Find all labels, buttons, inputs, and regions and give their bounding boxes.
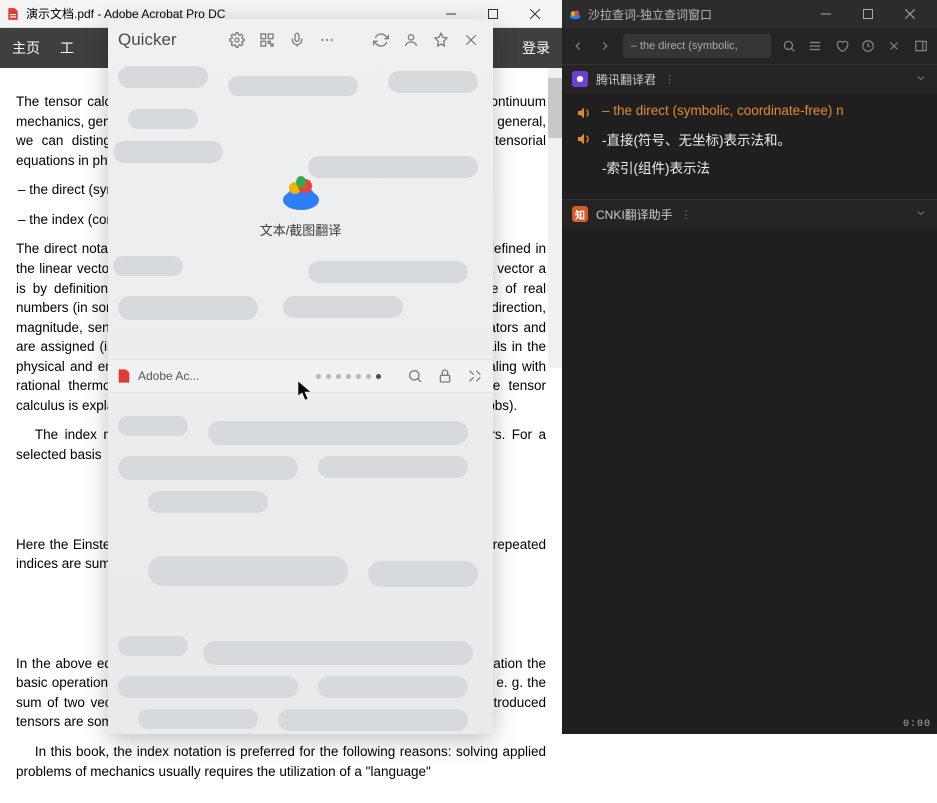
action-label: 文本/截图翻译 [231,220,371,239]
page-dots[interactable] [316,374,381,379]
history-icon[interactable] [856,33,880,59]
tools-icon[interactable] [465,366,485,386]
mouse-cursor-icon [298,381,312,401]
panel-header[interactable]: 腾讯翻译君 ⋮ [562,65,937,93]
tab-home[interactable]: 主页 [12,38,40,58]
speaker-icon[interactable] [576,105,592,121]
target-text: -直接(符号、无坐标)表示法和。 [602,129,791,149]
pdf-file-icon [6,7,20,21]
panel-more-icon[interactable]: ⋮ [664,73,677,86]
scatter-icon[interactable] [882,33,906,59]
menu-icon[interactable] [803,33,827,59]
heart-icon[interactable] [830,33,854,59]
close-button[interactable] [514,0,556,28]
quicker-header[interactable]: Quicker [108,19,493,61]
sidebar-icon[interactable] [909,33,933,59]
close-button[interactable] [889,0,931,28]
saladict-title-text: 沙拉查词-独立查词窗口 [588,6,712,23]
nav-back-icon[interactable] [566,33,590,59]
minimize-button[interactable] [805,0,847,28]
quicker-title: Quicker [118,30,177,50]
search-icon[interactable] [777,33,801,59]
target-text: -索引(组件)表示法 [602,157,710,177]
refresh-icon[interactable] [369,28,393,52]
saladict-window: 沙拉查词-独立查词窗口 – the direct (symbolic, 腾讯翻译… [562,0,937,734]
chevron-down-icon[interactable] [915,72,927,87]
panel-tencent: 腾讯翻译君 ⋮ – the direct (symbolic, coordina… [562,64,937,199]
source-text: – the direct (symbolic, coordinate-free)… [602,103,844,118]
gear-icon[interactable] [225,28,249,52]
close-icon[interactable] [459,28,483,52]
scrollbar[interactable] [548,68,562,368]
tab-tools[interactable]: 工 [60,38,74,58]
nav-forward-icon[interactable] [592,33,616,59]
speaker-icon[interactable] [576,131,592,147]
scrollbar-thumb[interactable] [548,78,562,138]
translate-action-icon [277,166,325,214]
saladict-logo-icon [568,7,582,21]
panel-title: CNKI翻译助手 [596,206,673,223]
quicker-panel: Quicker [108,19,493,734]
qrcode-icon[interactable] [255,28,279,52]
pdf-paragraph: In this book, the index notation is pref… [16,742,546,781]
user-icon[interactable] [399,28,423,52]
panel-header[interactable]: 知 CNKI翻译助手 ⋮ [562,200,937,228]
pin-icon[interactable] [429,28,453,52]
panel-title: 腾讯翻译君 [596,71,656,88]
maximize-button[interactable] [847,0,889,28]
search-input[interactable]: – the direct (symbolic, [623,34,771,58]
translation-result: – the direct (symbolic, coordinate-free)… [562,93,937,199]
cnki-icon: 知 [572,206,588,222]
panel-cnki: 知 CNKI翻译助手 ⋮ [562,199,937,228]
saladict-titlebar[interactable]: 沙拉查词-独立查词窗口 [562,0,937,28]
context-app-name: Adobe Ac... [138,369,199,383]
saladict-toolbar: – the direct (symbolic, [562,28,937,64]
lock-icon[interactable] [435,366,455,386]
more-icon[interactable] [315,28,339,52]
chevron-down-icon[interactable] [915,207,927,222]
action-translate[interactable]: 文本/截图翻译 [231,166,371,239]
tencent-icon [572,71,588,87]
timer-text: 0:00 [903,719,931,730]
panel-more-icon[interactable]: ⋮ [681,208,694,221]
login-link[interactable]: 登录 [522,38,550,58]
pdf-file-icon [116,368,132,384]
search-icon[interactable] [405,366,425,386]
quicker-body: 文本/截图翻译 Adobe Ac... [108,61,493,734]
mic-icon[interactable] [285,28,309,52]
